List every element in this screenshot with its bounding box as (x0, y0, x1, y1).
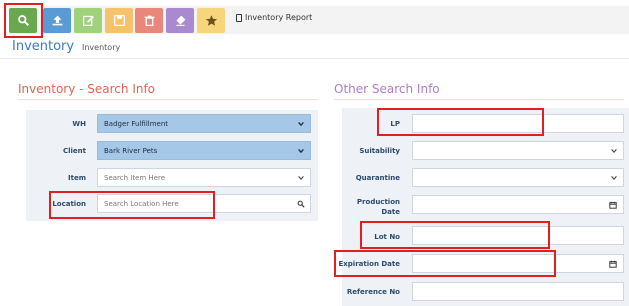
production-date-input[interactable] (412, 195, 624, 214)
page-title: Inventory (12, 39, 75, 54)
trash-icon (144, 15, 154, 27)
item-label: Item (68, 174, 86, 182)
save-button[interactable] (105, 8, 133, 33)
production-date-label-line1: Production (356, 198, 400, 206)
chevron-down-icon (298, 121, 304, 127)
lot-no-label: Lot No (374, 233, 400, 241)
breadcrumb: Inventory (82, 43, 121, 52)
favorite-button[interactable] (197, 8, 225, 33)
calendar-icon (609, 201, 617, 209)
item-search-input[interactable]: Search Item Here (97, 168, 311, 187)
toolbar: Inventory Report (0, 0, 629, 40)
edit-icon (82, 15, 94, 26)
chevron-down-icon (298, 148, 304, 154)
other-info-divider (334, 99, 624, 100)
suitability-label: Suitability (359, 147, 400, 155)
production-date-label-line2: Date (381, 208, 400, 216)
chevron-down-icon (611, 149, 617, 154)
quarantine-select[interactable] (412, 168, 624, 187)
other-search-info-title: Other Search Info (334, 82, 440, 96)
chevron-down-icon (298, 176, 304, 181)
location-placeholder: Search Location Here (104, 199, 179, 208)
search-icon (297, 200, 305, 208)
document-icon (236, 13, 242, 22)
delete-button[interactable] (135, 8, 163, 33)
search-info-title: Inventory - Search Info (18, 82, 156, 96)
client-label: Client (62, 147, 86, 155)
lot-no-input[interactable] (412, 226, 624, 245)
reference-no-input[interactable] (412, 282, 624, 301)
toolbar-strip (9, 6, 629, 34)
clear-button[interactable] (166, 8, 194, 33)
client-value: Bark River Pets (104, 146, 158, 155)
edit-button[interactable] (74, 8, 102, 33)
reference-no-label: Reference No (346, 288, 400, 296)
production-date-label: Production Date (345, 197, 400, 217)
search-info-divider (18, 99, 318, 100)
lp-input[interactable] (412, 114, 624, 133)
lp-label: LP (390, 120, 400, 128)
location-label: Location (52, 200, 86, 208)
expiration-date-label: Expiration Date (338, 260, 401, 268)
chevron-down-icon (611, 176, 617, 181)
item-placeholder: Search Item Here (104, 173, 166, 182)
location-search-input[interactable]: Search Location Here (97, 194, 311, 213)
quarantine-label: Quarantine (355, 174, 400, 182)
upload-button[interactable] (43, 8, 71, 33)
title-divider (0, 58, 629, 59)
star-icon (205, 15, 217, 26)
save-icon (113, 14, 125, 27)
wh-value: Badger Fulfillment (104, 119, 169, 128)
wh-select[interactable]: Badger Fulfillment (97, 114, 311, 133)
expiration-date-input[interactable] (412, 254, 624, 273)
suitability-select[interactable] (412, 141, 624, 160)
search-icon (17, 15, 29, 27)
upload-icon (52, 15, 62, 26)
inventory-report-link[interactable]: Inventory Report (236, 13, 312, 22)
calendar-icon (609, 260, 617, 268)
inventory-report-label: Inventory Report (245, 13, 313, 22)
wh-label: WH (72, 120, 86, 128)
search-button[interactable] (9, 8, 37, 33)
client-select[interactable]: Bark River Pets (97, 141, 311, 160)
eraser-icon (175, 15, 185, 26)
